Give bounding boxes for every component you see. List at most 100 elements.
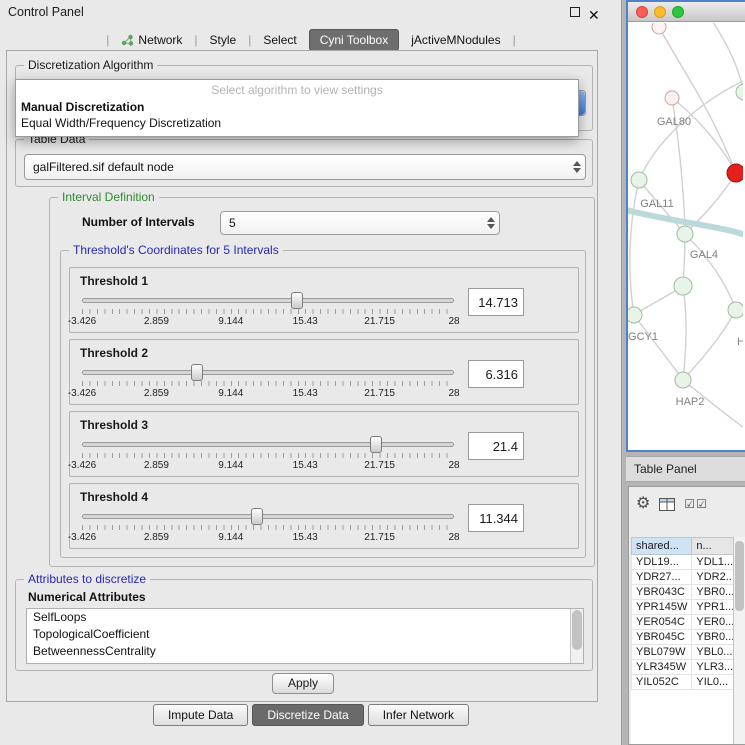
slider-thumb[interactable] bbox=[191, 364, 203, 381]
slider-tick-labels: -3.4262.8599.14415.4321.71528 bbox=[82, 316, 454, 328]
network-node[interactable] bbox=[674, 277, 692, 295]
slider-tick-label: -3.426 bbox=[68, 460, 96, 471]
network-graph[interactable]: GAL80 GAL11 GAL4 GCY1 HAP2 H bbox=[628, 23, 743, 450]
threshold-3-slider[interactable]: -3.4262.8599.14415.4321.71528 bbox=[82, 436, 454, 474]
tab-cyni-toolbox[interactable]: Cyni Toolbox bbox=[309, 29, 399, 51]
network-node[interactable] bbox=[675, 372, 691, 388]
threshold-1-value-field[interactable]: 14.713 bbox=[468, 288, 524, 316]
table-row[interactable]: YIL052CYIL0... bbox=[632, 675, 734, 690]
threshold-1-slider[interactable]: -3.4262.8599.14415.4321.71528 bbox=[82, 292, 454, 330]
table-scrollbar-thumb[interactable] bbox=[735, 541, 744, 611]
list-item-topologicalcoefficient[interactable]: TopologicalCoefficient bbox=[27, 626, 583, 643]
combo-arrows-icon[interactable] bbox=[568, 155, 585, 179]
table-cell[interactable]: YLR3... bbox=[692, 660, 733, 675]
slider-tick-label: -3.426 bbox=[68, 388, 96, 399]
table-data-combobox[interactable]: galFiltered.sif default node bbox=[24, 154, 586, 180]
slider-tick-label: -3.426 bbox=[68, 316, 96, 327]
float-panel-icon[interactable] bbox=[570, 7, 580, 17]
table-cell[interactable]: YBL0... bbox=[692, 645, 733, 660]
table-row[interactable]: YPR145WYPR1... bbox=[632, 600, 734, 615]
table-cell[interactable]: YDR2... bbox=[692, 570, 733, 585]
table-cell[interactable]: YER0... bbox=[692, 615, 733, 630]
table-cell[interactable]: YER054C bbox=[632, 615, 692, 630]
zoom-window-icon[interactable] bbox=[672, 6, 684, 18]
tab-network[interactable]: Network bbox=[116, 31, 187, 49]
table-row[interactable]: YDR27...YDR2... bbox=[632, 570, 734, 585]
slider-tick-label: 9.144 bbox=[218, 316, 243, 327]
slider-tick-label: 9.144 bbox=[218, 532, 243, 543]
table-row[interactable]: YDL19...YDL1... bbox=[632, 555, 734, 570]
table-row[interactable]: YBR045CYBR0... bbox=[632, 630, 734, 645]
network-node[interactable] bbox=[677, 226, 693, 242]
table-cell[interactable]: YPR1... bbox=[692, 600, 733, 615]
columns-icon[interactable] bbox=[659, 498, 675, 511]
table-cell[interactable]: YLR345W bbox=[632, 660, 692, 675]
table-cell[interactable]: YDR27... bbox=[632, 570, 692, 585]
table-scrollbar[interactable] bbox=[733, 537, 745, 744]
node-label-gal4: GAL4 bbox=[690, 249, 718, 261]
table-row[interactable]: YBR043CYBR0... bbox=[632, 585, 734, 600]
slider-thumb[interactable] bbox=[251, 508, 263, 525]
close-window-icon[interactable] bbox=[636, 6, 648, 18]
combo-arrows-icon[interactable] bbox=[482, 212, 499, 234]
table-cell[interactable]: YIL052C bbox=[632, 675, 692, 690]
table-panel: ⚙ ☑☑ shared... n... YDL19...YDL1...YDR27… bbox=[628, 486, 745, 745]
number-of-intervals-combobox[interactable]: 5 bbox=[220, 211, 500, 235]
network-node[interactable] bbox=[631, 172, 647, 188]
column-header-shared-name[interactable]: shared... bbox=[632, 538, 692, 555]
tab-style[interactable]: Style bbox=[205, 31, 242, 49]
network-node[interactable] bbox=[652, 23, 666, 34]
select-columns-checkboxes-icon[interactable]: ☑☑ bbox=[684, 497, 708, 511]
table-cell[interactable]: YBR0... bbox=[692, 585, 733, 600]
list-scrollbar-thumb[interactable] bbox=[572, 610, 582, 650]
threshold-3-value-field[interactable]: 21.4 bbox=[468, 432, 524, 460]
slider-track[interactable] bbox=[82, 442, 454, 447]
threshold-4-value-field[interactable]: 11.344 bbox=[468, 504, 524, 532]
column-header-name[interactable]: n... bbox=[692, 538, 733, 555]
table-cell[interactable]: YBR0... bbox=[692, 630, 733, 645]
table-cell[interactable]: YBR045C bbox=[632, 630, 692, 645]
tab-jactivemnodules[interactable]: jActiveMNodules bbox=[406, 31, 505, 49]
slider-track[interactable] bbox=[82, 370, 454, 375]
table-cell[interactable]: YBR043C bbox=[632, 585, 692, 600]
slider-thumb[interactable] bbox=[291, 292, 303, 309]
numerical-attributes-list: SelfLoops TopologicalCoefficient Between… bbox=[26, 608, 584, 664]
list-item-betweennesscentrality[interactable]: BetweennessCentrality bbox=[27, 643, 583, 660]
node-label-gcy1: GCY1 bbox=[628, 331, 658, 343]
dropdown-item-manual-discretization[interactable]: Manual Discretization bbox=[16, 99, 578, 115]
table-cell[interactable]: YIL0... bbox=[692, 675, 733, 690]
table-cell[interactable]: YDL19... bbox=[632, 555, 692, 570]
table-row[interactable]: YER054CYER0... bbox=[632, 615, 734, 630]
table-cell[interactable]: YBL079W bbox=[632, 645, 692, 660]
network-node[interactable] bbox=[736, 84, 743, 100]
table-settings-gear-icon[interactable]: ⚙ bbox=[636, 496, 650, 512]
network-window-titlebar[interactable] bbox=[628, 2, 745, 22]
network-node[interactable] bbox=[728, 302, 743, 318]
slider-thumb[interactable] bbox=[370, 436, 382, 453]
selected-red-node[interactable] bbox=[727, 164, 743, 182]
threshold-2-slider[interactable]: -3.4262.8599.14415.4321.71528 bbox=[82, 364, 454, 402]
tab-select[interactable]: Select bbox=[258, 31, 301, 49]
list-item-selfloops[interactable]: SelfLoops bbox=[27, 609, 583, 626]
network-canvas[interactable]: GAL80 GAL11 GAL4 GCY1 HAP2 H bbox=[628, 23, 745, 450]
table-row[interactable]: YBL079WYBL0... bbox=[632, 645, 734, 660]
slider-track[interactable] bbox=[82, 298, 454, 303]
table-cell[interactable]: YDL1... bbox=[692, 555, 733, 570]
tab-discretize-data[interactable]: Discretize Data bbox=[252, 704, 363, 726]
close-panel-icon[interactable]: ✕ bbox=[588, 3, 600, 27]
apply-button[interactable]: Apply bbox=[272, 673, 334, 694]
threshold-2-value-field[interactable]: 6.316 bbox=[468, 360, 524, 388]
table-row[interactable]: YLR345WYLR3... bbox=[632, 660, 734, 675]
list-scrollbar[interactable] bbox=[570, 609, 583, 663]
slider-track[interactable] bbox=[82, 514, 454, 519]
table-cell[interactable]: YPR145W bbox=[632, 600, 692, 615]
network-node[interactable] bbox=[665, 91, 679, 105]
minimize-window-icon[interactable] bbox=[654, 6, 666, 18]
network-node[interactable] bbox=[628, 307, 642, 323]
thresholds-group: Threshold's Coordinates for 5 Intervals … bbox=[60, 250, 586, 558]
network-view-window[interactable]: GAL80 GAL11 GAL4 GCY1 HAP2 H bbox=[626, 0, 745, 452]
dropdown-item-equal-width-frequency[interactable]: Equal Width/Frequency Discretization bbox=[16, 115, 578, 131]
threshold-4-slider[interactable]: -3.4262.8599.14415.4321.71528 bbox=[82, 508, 454, 546]
tab-infer-network[interactable]: Infer Network bbox=[368, 704, 469, 726]
tab-impute-data[interactable]: Impute Data bbox=[153, 704, 248, 726]
